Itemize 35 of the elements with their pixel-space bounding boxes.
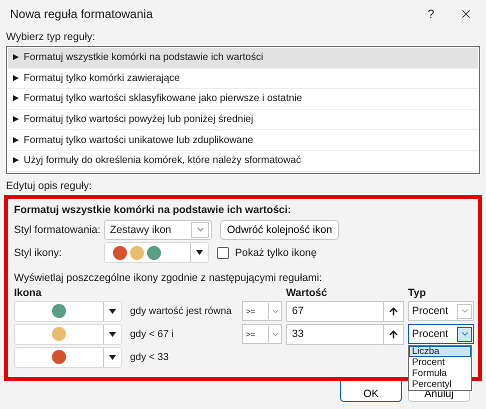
type-select[interactable]: Procent: [408, 324, 474, 344]
section-label: Edytuj opis reguły:: [6, 180, 93, 192]
condition-label: gdy < 33: [129, 352, 170, 363]
dropdown-arrow-icon: [196, 250, 203, 256]
help-button[interactable]: ?: [416, 6, 446, 20]
icon-select[interactable]: [14, 300, 122, 322]
window-title: Nowa reguła formatowania: [10, 6, 154, 20]
icon-select[interactable]: [14, 346, 122, 368]
dropdown-arrow-icon: [109, 354, 116, 360]
operator-select[interactable]: >=: [242, 301, 282, 322]
arrow-up-icon: [388, 328, 399, 340]
panel-heading: Formatuj wszystkie komórki na podstawie ich wartości:: [14, 204, 292, 216]
field-label: Styl ikony:: [14, 246, 63, 259]
type-select[interactable]: Procent: [408, 301, 474, 322]
arrow-up-icon: [388, 306, 399, 317]
column-header: Ikona: [14, 286, 42, 299]
type-option[interactable]: Liczba: [409, 346, 471, 358]
operator-select[interactable]: >=: [242, 324, 282, 344]
reverse-order-button[interactable]: Odwróć kolejność ikon: [220, 220, 340, 240]
checkbox[interactable]: [217, 246, 229, 259]
icon-style-select[interactable]: [104, 242, 209, 264]
rule-type-item[interactable]: ► Formatuj tylko komórki zawierające: [8, 68, 478, 90]
column-header: Typ: [408, 286, 427, 299]
column-header: Wartość: [286, 286, 328, 299]
rule-type-item[interactable]: ► Formatuj wszystkie komórki na podstawie ich wartości: [8, 48, 478, 69]
instruction-text: Wyświetlaj poszczególne ikony zgodnie z następującymi regułami:: [14, 272, 324, 284]
condition-label: gdy < 67 i: [129, 328, 175, 340]
condition-label: gdy wartość jest równa: [129, 306, 233, 317]
value-field[interactable]: 33: [286, 324, 404, 345]
value-field[interactable]: 67: [286, 300, 404, 322]
section-label: Wybierz typ reguły:: [6, 31, 96, 43]
dropdown-arrow-icon: [109, 332, 116, 337]
dropdown-arrow-icon: [109, 308, 116, 314]
format-style-select[interactable]: Zestawy ikon: [104, 220, 212, 240]
checkbox-label: Pokaż tylko ikonę: [235, 246, 317, 259]
